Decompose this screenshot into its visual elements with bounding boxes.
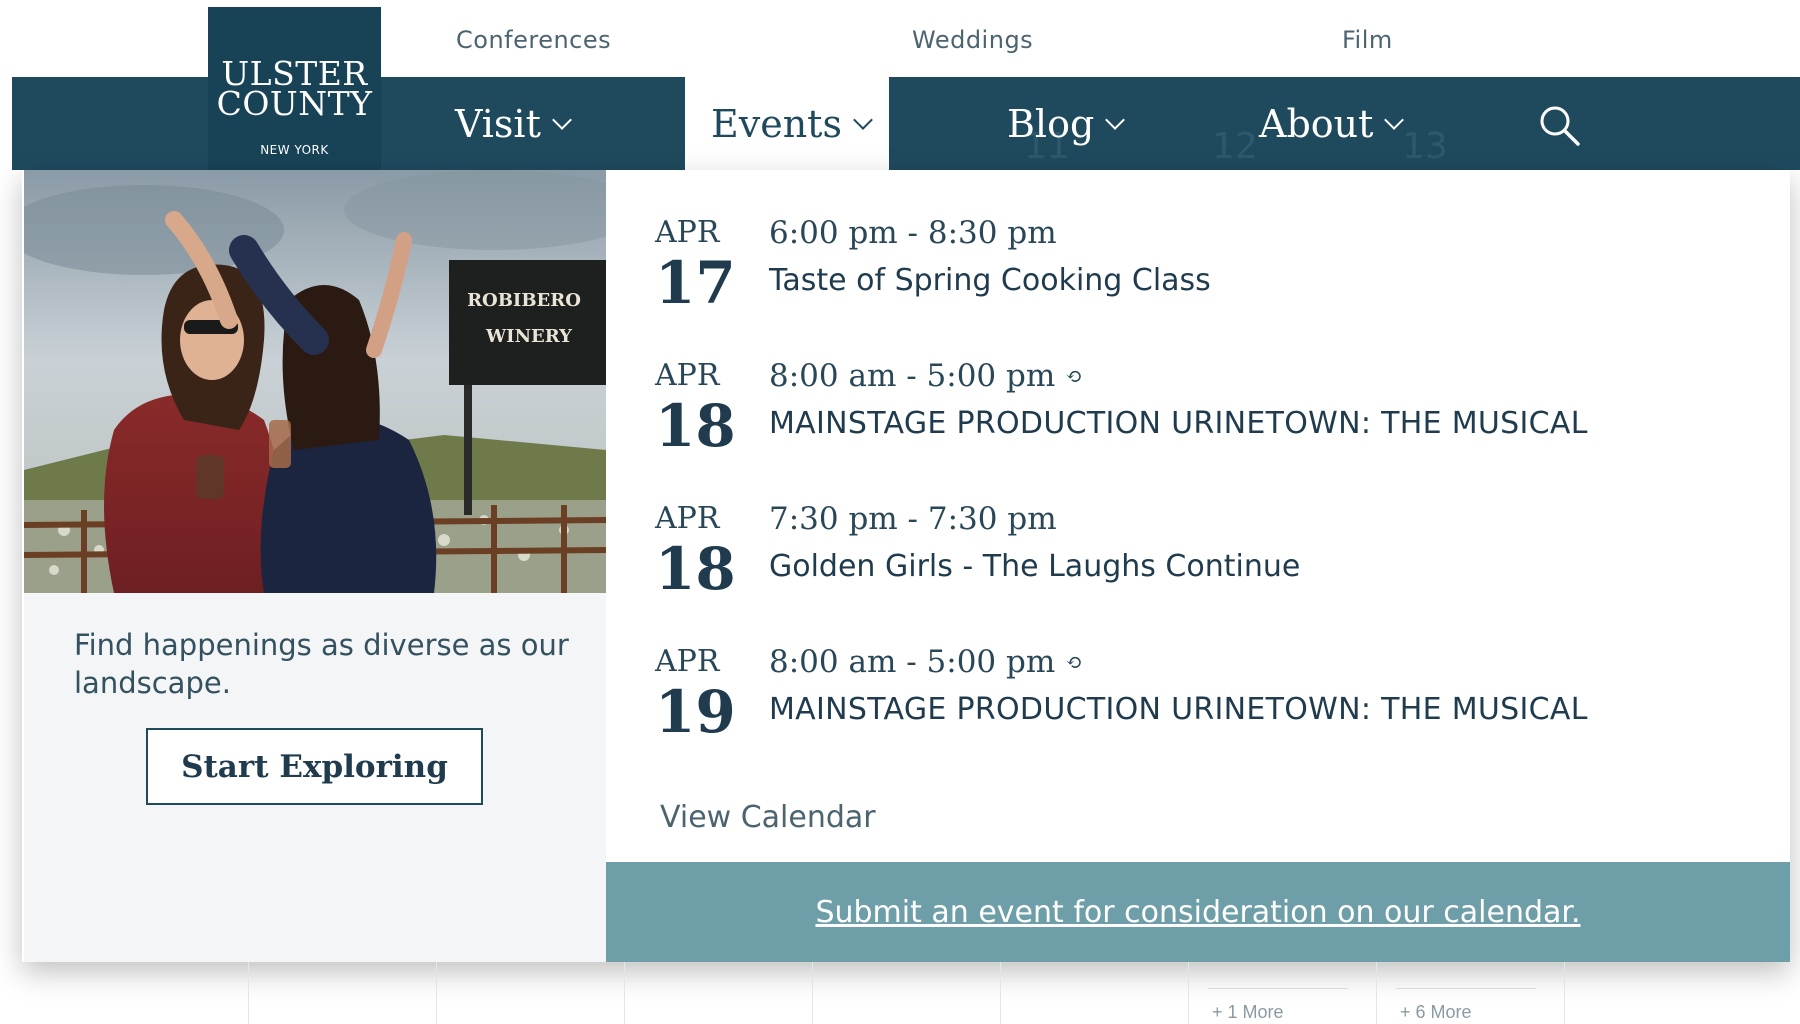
event-time: 6:00 pm - 8:30 pm [769, 215, 1057, 251]
event-day: 17 [655, 249, 736, 317]
chevron-down-icon [551, 110, 572, 130]
nav-item-visit[interactable]: Visit [455, 96, 572, 152]
view-calendar-link[interactable]: View Calendar [660, 800, 876, 835]
calendar-divider [1208, 988, 1348, 989]
calendar-date: 12 [1212, 126, 1258, 167]
event-time: 8:00 am - 5:00 pm ⟲ [769, 358, 1082, 394]
nav-item-label: About [1259, 102, 1374, 146]
chevron-down-icon [1105, 110, 1126, 130]
event-item[interactable]: APR 17 6:00 pm - 8:30 pm Taste of Spring… [655, 215, 1755, 345]
calendar-grid-line [812, 962, 813, 1024]
event-month: APR [655, 644, 720, 679]
start-exploring-button[interactable]: Start Exploring [146, 728, 483, 805]
event-title[interactable]: MAINSTAGE PRODUCTION URINETOWN: THE MUSI… [769, 406, 1588, 441]
more-events-link[interactable]: + 6 More [1400, 1002, 1472, 1023]
submit-event-bar: Submit an event for consideration on our… [606, 862, 1790, 962]
event-day: 18 [655, 535, 736, 603]
calendar-grid-line [248, 962, 249, 1024]
calendar-grid-line [1376, 962, 1377, 1024]
nav-item-label: Visit [455, 102, 541, 146]
event-time-text: 7:30 pm - 7:30 pm [769, 501, 1057, 537]
calendar-divider [1396, 988, 1536, 989]
logo-line-2: COUNTY [216, 84, 373, 123]
calendar-grid-line [1000, 962, 1001, 1024]
event-time-text: 8:00 am - 5:00 pm [769, 644, 1056, 680]
event-month: APR [655, 215, 720, 250]
utility-link-conferences[interactable]: Conferences [456, 26, 611, 54]
event-item[interactable]: APR 19 8:00 am - 5:00 pm ⟲ MAINSTAGE PROD… [655, 644, 1755, 774]
event-item[interactable]: APR 18 7:30 pm - 7:30 pm Golden Girls - … [655, 501, 1755, 631]
recurring-icon: ⟲ [1065, 650, 1083, 674]
nav-item-events[interactable]: Events [711, 96, 873, 152]
event-month: APR [655, 358, 720, 393]
event-item[interactable]: APR 18 8:00 am - 5:00 pm ⟲ MAINSTAGE PROD… [655, 358, 1755, 488]
calendar-grid-line [436, 962, 437, 1024]
nav-item-label: Blog [1007, 102, 1095, 146]
event-day: 19 [655, 678, 736, 746]
chevron-down-icon [1384, 110, 1405, 130]
event-day: 18 [655, 392, 736, 460]
event-title[interactable]: Golden Girls - The Laughs Continue [769, 549, 1300, 584]
event-time-text: 8:00 am - 5:00 pm [769, 358, 1056, 394]
calendar-grid-line [1188, 962, 1189, 1024]
calendar-date: 13 [1402, 126, 1448, 167]
event-time: 8:00 am - 5:00 pm ⟲ [769, 644, 1082, 680]
event-title[interactable]: Taste of Spring Cooking Class [769, 263, 1211, 298]
ulster-county-logo[interactable]: ULSTER COUNTY NEW YORK [208, 7, 381, 171]
event-time: 7:30 pm - 7:30 pm [769, 501, 1057, 537]
calendar-grid-line [1564, 962, 1565, 1024]
nav-item-blog[interactable]: Blog [1007, 96, 1126, 152]
submit-event-link[interactable]: Submit an event for consideration on our… [815, 895, 1580, 930]
recurring-icon: ⟲ [1065, 364, 1083, 388]
nav-item-about[interactable]: About [1259, 96, 1405, 152]
sign-text-winery: WINERY [485, 326, 573, 347]
nav-item-label: Events [711, 102, 842, 146]
chevron-down-icon [853, 110, 873, 130]
utility-link-film[interactable]: Film [1342, 26, 1393, 54]
promo-tagline: Find happenings as diverse as our landsc… [74, 628, 569, 700]
winery-photo: ROBIBERO WINERY [24, 170, 606, 593]
event-title[interactable]: MAINSTAGE PRODUCTION URINETOWN: THE MUSI… [769, 692, 1588, 727]
event-time-text: 6:00 pm - 8:30 pm [769, 215, 1057, 251]
utility-link-weddings[interactable]: Weddings [912, 26, 1033, 54]
search-icon[interactable] [1538, 104, 1582, 148]
sign-text-robibero: ROBIBERO [467, 290, 581, 311]
logo-line-3: NEW YORK [260, 143, 329, 157]
more-events-link[interactable]: + 1 More [1212, 1002, 1284, 1023]
event-month: APR [655, 501, 720, 536]
calendar-grid-line [624, 962, 625, 1024]
